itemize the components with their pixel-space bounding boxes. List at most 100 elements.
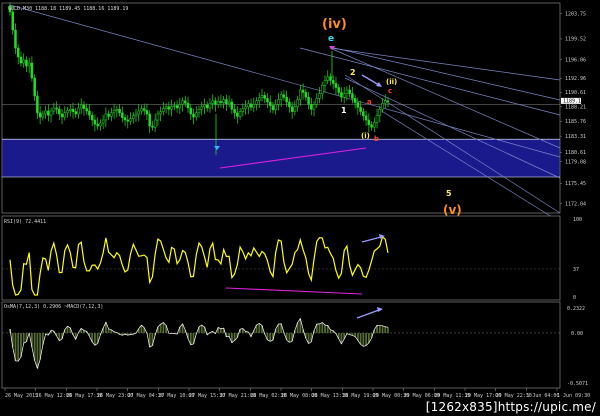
candle-body <box>373 122 376 128</box>
candle-body <box>277 99 280 105</box>
candle-body <box>88 110 91 116</box>
support-zone <box>2 139 560 177</box>
gold-m30-chart: GOLD,M30 1188.18 1189.45 1188.16 1189.19… <box>1 2 590 399</box>
candle-body <box>356 102 360 108</box>
candle-body <box>315 98 319 105</box>
candle-body <box>293 106 297 112</box>
candle-body <box>236 112 239 117</box>
candle-body <box>77 107 80 115</box>
y-tick-label: 1199.52 <box>565 37 586 43</box>
candle-body <box>241 108 245 112</box>
candle-body <box>47 110 50 116</box>
candle-body <box>164 106 168 109</box>
candle-body <box>252 104 256 108</box>
candle-body <box>227 101 231 105</box>
candle-body <box>266 98 269 103</box>
candle-body <box>123 117 127 121</box>
candle-body <box>310 104 313 110</box>
candle-body <box>359 107 362 112</box>
candle-body <box>247 103 250 108</box>
candle-body <box>44 110 47 115</box>
candle-body <box>69 108 72 111</box>
candle-body <box>195 112 198 118</box>
candle-body <box>178 104 182 109</box>
wave-label: a <box>367 98 372 106</box>
wave-label: b <box>374 135 379 143</box>
candle-body <box>301 89 305 93</box>
candle-body <box>85 108 88 112</box>
candle-body <box>342 93 346 98</box>
candle-body <box>162 108 165 112</box>
wave-label: 5 <box>446 189 452 198</box>
wave-label: 2 <box>350 68 356 77</box>
candle-body <box>14 29 17 49</box>
candle-body <box>173 105 176 107</box>
candle-body <box>329 76 332 81</box>
candle-body <box>156 113 160 121</box>
candle-body <box>134 113 138 117</box>
candle-body <box>197 108 201 114</box>
candle-body <box>16 47 20 58</box>
candle-body <box>285 96 288 103</box>
rsi-level-label: 0 <box>573 295 576 301</box>
candle-body <box>186 102 190 109</box>
candle-body <box>41 113 45 118</box>
candle-body <box>321 84 324 94</box>
candle-body <box>145 110 149 115</box>
candle-body <box>263 95 266 99</box>
time-axis: 26 May 201526 May 12:0026 May 17:3026 Ma… <box>4 388 590 399</box>
candle-body <box>101 119 105 124</box>
candle-body <box>153 119 157 128</box>
candle-body <box>345 89 349 94</box>
price-panel: GOLD,M30 1188.18 1189.45 1188.16 1189.19… <box>1 2 586 223</box>
y-tick-label: 1203.75 <box>565 11 586 17</box>
candle-body <box>208 102 212 109</box>
candle-body <box>33 77 36 97</box>
candle-body <box>249 103 253 108</box>
candle-body <box>219 101 223 103</box>
candle-body <box>214 100 217 105</box>
candle-body <box>118 108 121 114</box>
wave-label: e <box>328 34 334 44</box>
candle-body <box>112 110 116 114</box>
osma-frame <box>1 301 561 389</box>
candle-body <box>337 87 340 93</box>
candle-body <box>216 101 220 105</box>
candle-body <box>38 112 42 118</box>
candle-body <box>260 95 264 99</box>
candle-body <box>49 110 53 116</box>
candle-body <box>96 123 99 127</box>
candle-body <box>159 111 162 115</box>
candle-body <box>63 112 67 118</box>
candle-body <box>126 119 130 122</box>
candle-body <box>93 119 97 125</box>
candle-body <box>381 102 384 110</box>
candle-body <box>222 99 225 103</box>
price-frame <box>1 2 561 214</box>
x-tick-label: 1 Jun 09:30 <box>557 393 590 399</box>
candle-body <box>351 93 354 99</box>
candle-body <box>170 105 173 110</box>
candle-body <box>258 97 261 102</box>
candle-body <box>271 105 275 111</box>
candle-body <box>274 104 277 111</box>
candle-body <box>268 101 272 106</box>
candle-body <box>370 124 373 128</box>
candle-body <box>230 101 234 110</box>
candle-body <box>90 114 94 121</box>
candle-body <box>74 111 77 115</box>
candle-body <box>99 122 102 127</box>
candle-body <box>55 107 58 110</box>
candle-body <box>19 56 23 64</box>
x-tick-label: 1 Jun 04:00 <box>526 393 559 399</box>
candle-body <box>318 93 321 99</box>
candle-body <box>192 113 195 118</box>
y-tick-label: 1183.31 <box>565 134 586 140</box>
candle-body <box>364 115 368 121</box>
candle-body <box>132 115 135 120</box>
candle-body <box>238 111 242 117</box>
candle-body <box>225 99 228 105</box>
rsi-level-label: 37 <box>573 267 579 273</box>
candle-body <box>137 110 140 115</box>
wave-label: 1 <box>341 106 347 115</box>
